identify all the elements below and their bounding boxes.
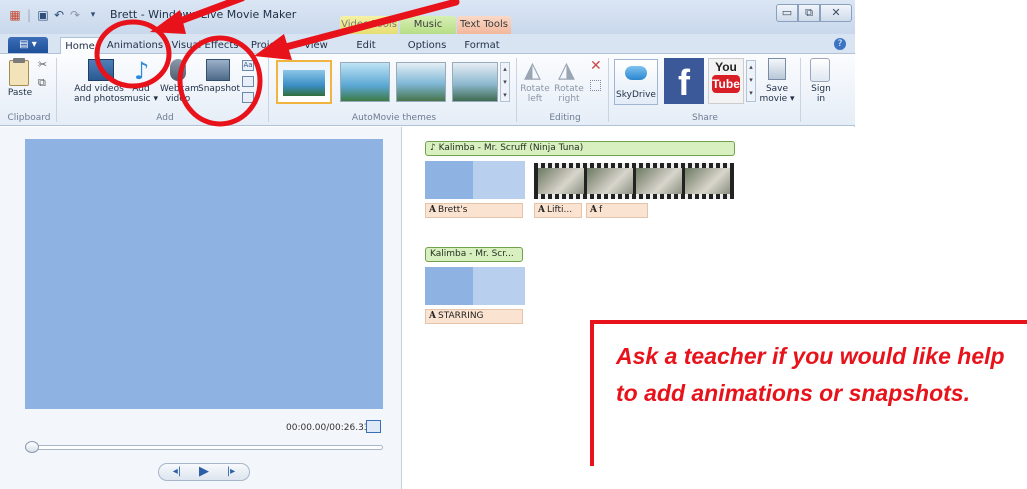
annotation-circle-animations: [94, 19, 172, 89]
annotation-note-box: Ask a teacher if you would like help to …: [590, 320, 1027, 466]
annotation-arrow-snapshot: [254, 0, 460, 60]
annotation-arrow-animations: [150, 0, 245, 34]
annotation-note-text: Ask a teacher if you would like help to …: [616, 343, 1005, 406]
annotation-circle-snapshot: [177, 35, 263, 127]
screenshot-stage: ▦ | ▣ ↶ ↷ ▾ Brett - Windows Live Movie M…: [0, 0, 1027, 489]
